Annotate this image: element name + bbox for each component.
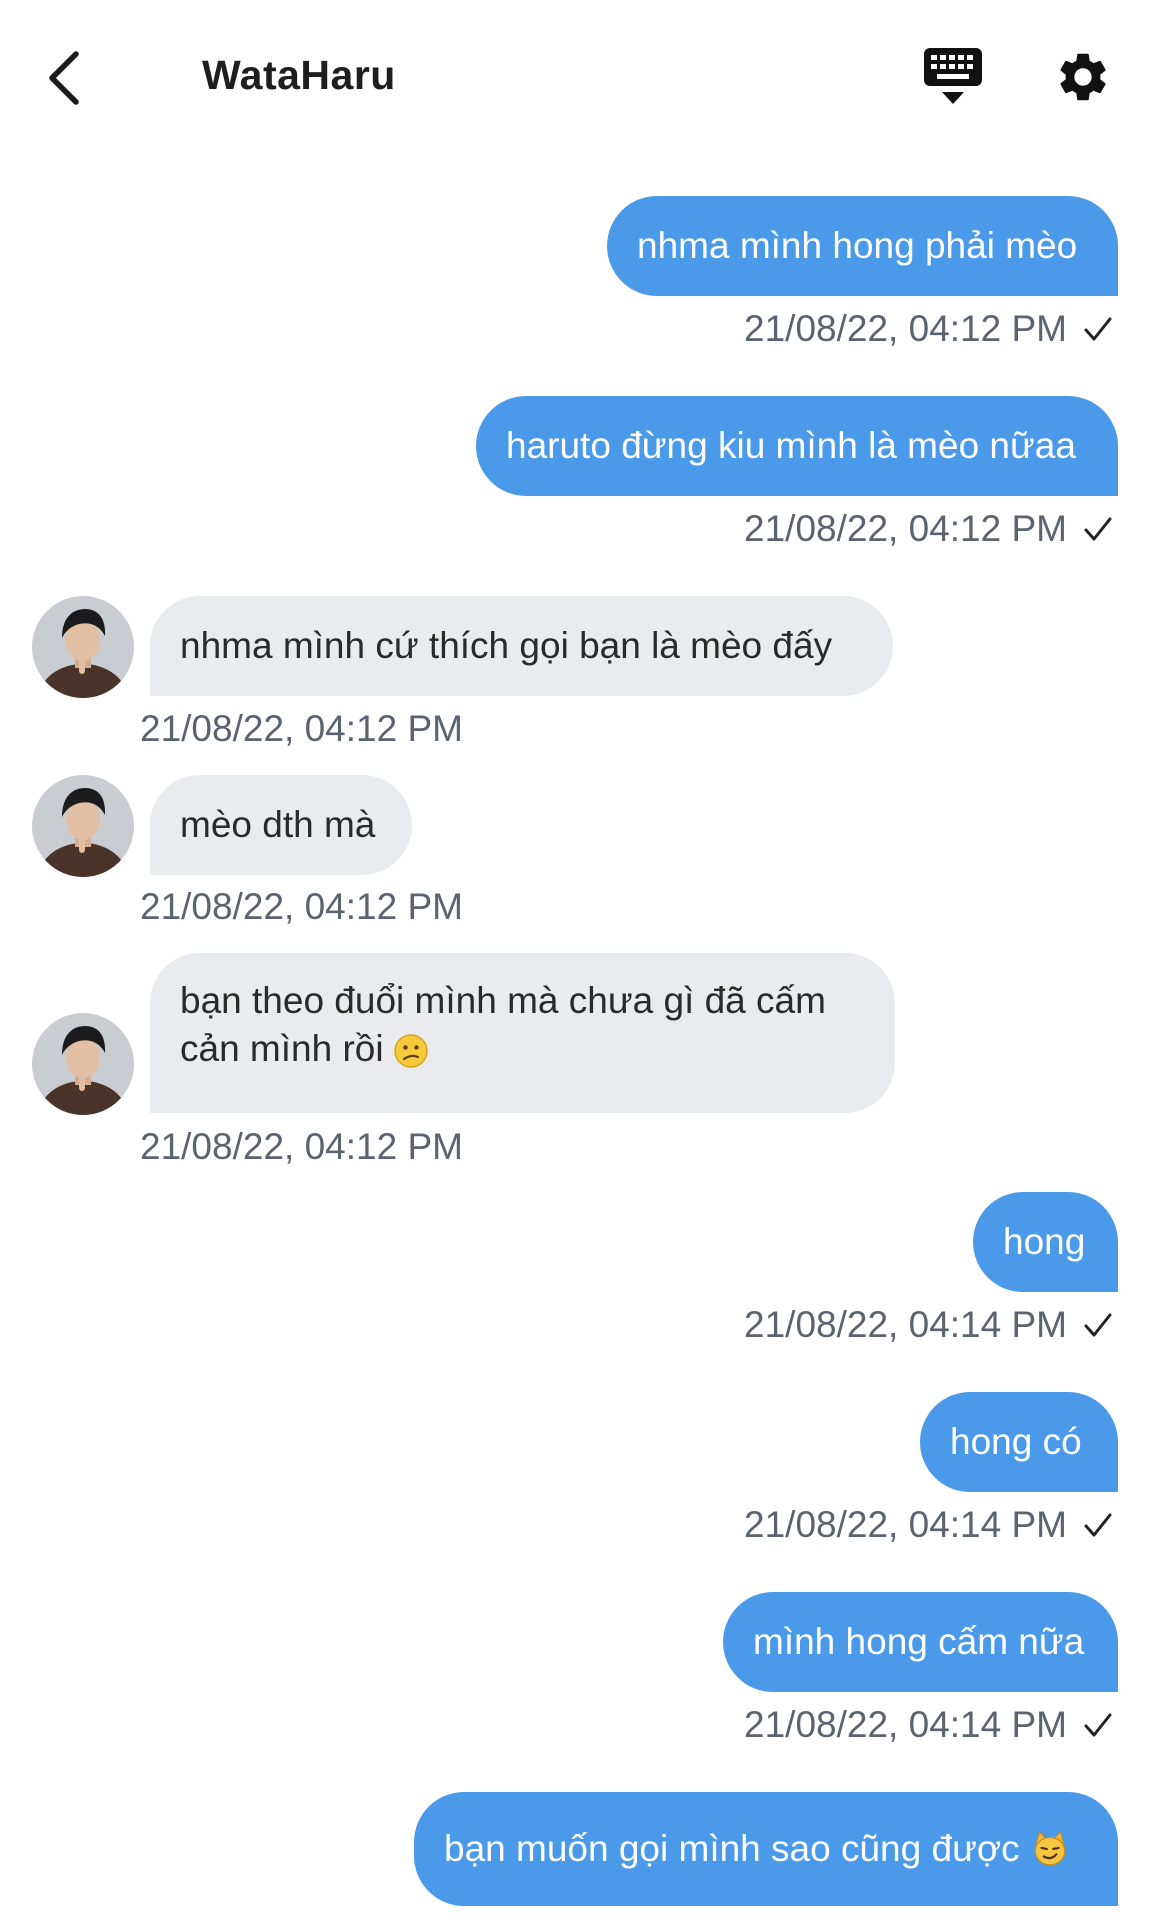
message-text: nhma mình cứ thích gọi bạn là mèo đấy — [180, 625, 833, 666]
profile-photo — [32, 1013, 134, 1115]
incoming-message[interactable]: nhma mình cứ thích gọi bạn là mèo đấy — [150, 596, 893, 696]
message-timestamp: 21/08/22, 04:14 PM — [744, 1502, 1113, 1548]
message-text: hong — [1003, 1221, 1086, 1262]
timestamp-text: 21/08/22, 04:14 PM — [744, 1704, 1067, 1745]
timestamp-text: 21/08/22, 04:14 PM — [744, 1504, 1067, 1545]
smirking-cat-face-icon — [1034, 1831, 1066, 1866]
avatar[interactable] — [32, 1013, 134, 1115]
profile-photo — [32, 596, 134, 698]
message-text: nhma mình hong phải mèo — [637, 225, 1078, 266]
outgoing-message[interactable]: haruto đừng kiu mình là mèo nữaa — [476, 396, 1118, 496]
outgoing-message[interactable]: nhma mình hong phải mèo — [607, 196, 1118, 296]
message-timestamp: 21/08/22, 04:12 PM — [140, 1126, 463, 1167]
check-icon — [1084, 1713, 1112, 1737]
message-text: bạn theo đuổi mình mà chưa gì đã cấm cản… — [180, 980, 826, 1069]
message-timestamp: 21/08/22, 04:12 PM — [744, 506, 1113, 552]
message-text: hong có — [950, 1421, 1082, 1462]
message-timestamp: 21/08/22, 04:14 PM — [744, 1702, 1113, 1748]
check-icon — [1084, 317, 1112, 341]
timestamp-text: 21/08/22, 04:14 PM — [744, 1304, 1067, 1345]
incoming-message[interactable]: mèo dth mà — [150, 775, 412, 875]
message-text: haruto đừng kiu mình là mèo nữaa — [506, 425, 1076, 466]
profile-photo — [32, 775, 134, 877]
outgoing-message[interactable]: hong có — [920, 1392, 1118, 1492]
message-text: mình hong cấm nữa — [753, 1621, 1085, 1662]
message-timestamp: 21/08/22, 04:14 PM — [744, 1302, 1113, 1348]
check-icon — [1084, 1313, 1112, 1337]
message-text: mèo dth mà — [180, 804, 376, 845]
message-timestamp: 21/08/22, 04:12 PM — [140, 886, 463, 927]
timestamp-text: 21/08/22, 04:12 PM — [744, 308, 1067, 349]
check-icon — [1084, 517, 1112, 541]
incoming-message[interactable]: bạn theo đuổi mình mà chưa gì đã cấm cản… — [150, 953, 895, 1113]
avatar[interactable] — [32, 775, 134, 877]
outgoing-message[interactable]: hong — [973, 1192, 1118, 1292]
message-timestamp: 21/08/22, 04:12 PM — [140, 708, 463, 749]
message-list[interactable]: nhma mình hong phải mèo 21/08/22, 04:12 … — [0, 0, 1151, 1920]
message-text: bạn muốn gọi mình sao cũng được — [444, 1828, 1020, 1869]
message-timestamp: 21/08/22, 04:12 PM — [744, 306, 1113, 352]
confused-face-icon — [393, 1034, 428, 1068]
outgoing-message[interactable]: bạn muốn gọi mình sao cũng được — [414, 1792, 1118, 1906]
timestamp-text: 21/08/22, 04:12 PM — [744, 508, 1067, 549]
check-icon — [1084, 1513, 1112, 1537]
outgoing-message[interactable]: mình hong cấm nữa — [723, 1592, 1118, 1692]
avatar[interactable] — [32, 596, 134, 698]
